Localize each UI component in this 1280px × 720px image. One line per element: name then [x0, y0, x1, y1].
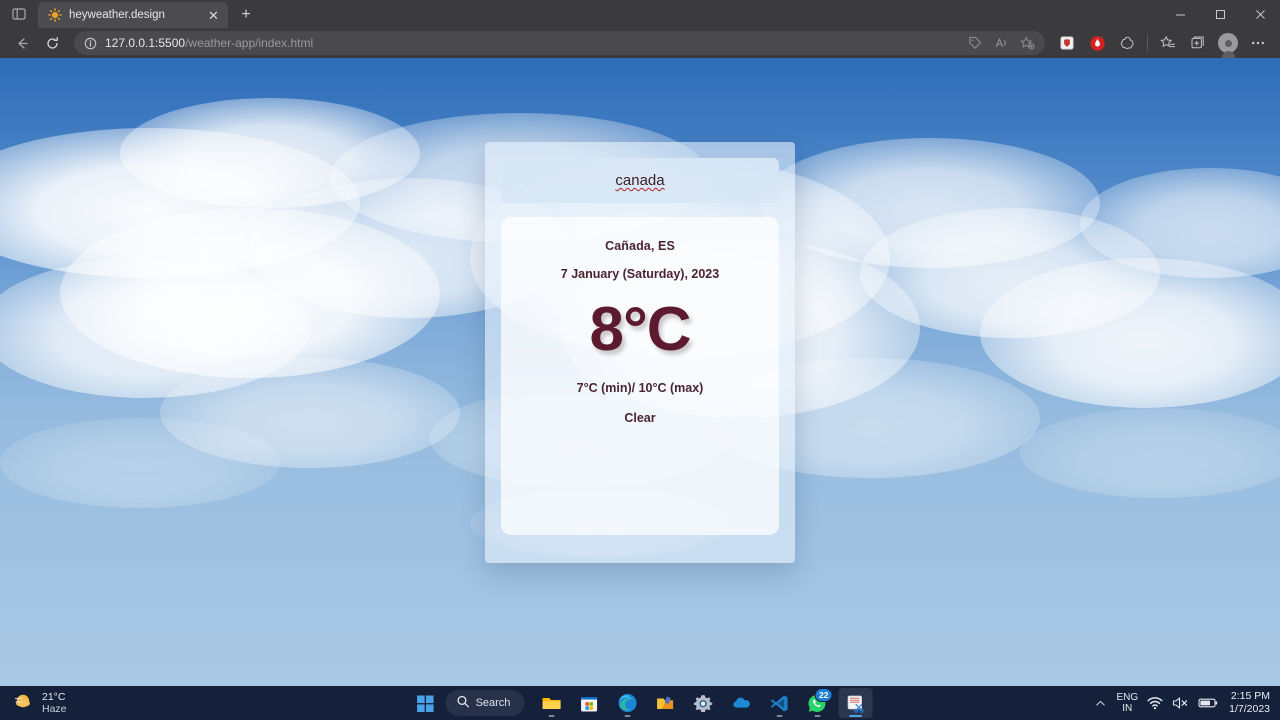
browser-essentials-icon[interactable] — [1113, 31, 1141, 55]
running-indicator — [776, 715, 783, 717]
browser-chrome: heyweather.design ✕ + 127.0.0.1:5500/wea… — [0, 0, 1280, 58]
favorites-icon[interactable] — [1154, 31, 1182, 55]
volume-muted-icon[interactable] — [1172, 696, 1189, 710]
toolbar-divider — [1147, 35, 1148, 51]
close-icon[interactable]: ✕ — [205, 7, 222, 24]
shield-extension-icon[interactable] — [1053, 31, 1081, 55]
avatar-body — [1221, 51, 1235, 58]
omnibox-actions — [963, 31, 1039, 55]
taskbar-app-whatsapp[interactable]: 22 — [800, 688, 834, 718]
web-page-viewport: canada Cañada, ES 7 January (Saturday), … — [0, 58, 1280, 686]
windows-taskbar: 21°C Haze Search 22 ENG IN 2:15 PM 1/7/2… — [0, 686, 1280, 720]
screen: heyweather.design ✕ + 127.0.0.1:5500/wea… — [0, 0, 1280, 720]
clock-time: 2:15 PM — [1230, 690, 1270, 703]
tab-title: heyweather.design — [69, 9, 165, 21]
windows-start-icon[interactable] — [408, 688, 442, 718]
site-info-icon[interactable] — [80, 33, 100, 53]
min-max-label: 7°C (min)/ 10°C (max) — [576, 381, 704, 395]
weather-info-card: Cañada, ES 7 January (Saturday), 2023 8°… — [501, 217, 779, 535]
running-indicator — [814, 715, 821, 717]
collections-icon[interactable] — [1184, 31, 1212, 55]
condition-label: Clear — [624, 411, 656, 425]
maximize-button[interactable] — [1200, 0, 1240, 28]
taskbar-app-onedrive[interactable] — [724, 688, 758, 718]
wifi-icon[interactable] — [1147, 696, 1163, 710]
settings-more-icon[interactable] — [1244, 31, 1272, 55]
temperature-value: 8°C — [589, 295, 691, 364]
read-aloud-icon[interactable] — [989, 31, 1013, 55]
back-arrow-icon[interactable] — [8, 31, 36, 55]
sidebar-toggle-icon[interactable] — [0, 0, 38, 28]
battery-icon[interactable] — [1198, 697, 1218, 709]
new-tab-button[interactable]: + — [232, 2, 260, 28]
running-indicator — [624, 715, 631, 717]
url-text: 127.0.0.1:5500/weather-app/index.html — [105, 36, 963, 50]
tab-strip: heyweather.design ✕ + — [0, 0, 1280, 28]
url-host: 127.0.0.1:5500 — [105, 36, 186, 50]
sun-icon — [47, 8, 62, 23]
taskbar-weather-widget[interactable]: 21°C Haze — [0, 690, 200, 717]
reload-icon[interactable] — [38, 31, 66, 55]
taskbar-app-microsoft-edge[interactable] — [610, 688, 644, 718]
system-tray: ENG IN 2:15 PM 1/7/2023 — [1094, 686, 1280, 720]
search-input-value: canada — [615, 172, 665, 189]
running-indicator — [548, 715, 555, 717]
profile-avatar-icon[interactable] — [1214, 31, 1242, 58]
language-indicator[interactable]: ENG IN — [1116, 692, 1138, 715]
window-controls — [1160, 0, 1280, 28]
taskbar-app-notes[interactable] — [648, 688, 682, 718]
taskbar-app-file-explorer[interactable] — [534, 688, 568, 718]
search-input[interactable]: canada — [501, 158, 779, 203]
taskbar-app-settings[interactable] — [686, 688, 720, 718]
url-path: /weather-app/index.html — [185, 36, 314, 50]
taskbar-search-label: Search — [475, 697, 511, 709]
taskbar-clock[interactable]: 2:15 PM 1/7/2023 — [1227, 690, 1270, 715]
clock-date: 1/7/2023 — [1229, 703, 1270, 715]
chevron-up-icon[interactable] — [1094, 697, 1107, 710]
browser-toolbar: 127.0.0.1:5500/weather-app/index.html — [0, 28, 1280, 58]
taskbar-search-button[interactable]: Search — [445, 690, 525, 716]
avatar-head — [1224, 40, 1232, 47]
language-line2: IN — [1122, 703, 1133, 714]
taskbar-app-microsoft-store[interactable] — [572, 688, 606, 718]
search-icon — [457, 695, 470, 711]
shopping-tag-icon[interactable] — [963, 31, 987, 55]
taskbar-weather-temp: 21°C — [42, 690, 66, 703]
avatar[interactable] — [1218, 33, 1238, 58]
taskbar-weather-condition: Haze — [42, 703, 67, 715]
address-bar[interactable]: 127.0.0.1:5500/weather-app/index.html — [74, 31, 1045, 55]
taskbar-weather-text: 21°C Haze — [42, 691, 67, 715]
taskbar-app-snipping-tool[interactable] — [838, 688, 873, 718]
close-button[interactable] — [1240, 0, 1280, 28]
taskbar-app-visual-studio-code[interactable] — [762, 688, 796, 718]
haze-sun-icon — [12, 690, 34, 717]
browser-tab[interactable]: heyweather.design ✕ — [38, 2, 228, 28]
minimize-button[interactable] — [1160, 0, 1200, 28]
adblock-extension-icon[interactable] — [1083, 31, 1111, 55]
active-indicator — [848, 715, 862, 717]
weather-app-container: canada Cañada, ES 7 January (Saturday), … — [485, 142, 795, 563]
taskbar-app-area: Search 22 — [408, 688, 873, 718]
language-line1: ENG — [1116, 691, 1139, 703]
location-label: Cañada, ES — [605, 239, 675, 253]
add-favorite-icon[interactable] — [1015, 31, 1039, 55]
whatsapp-badge-count: 22 — [814, 688, 833, 702]
date-label: 7 January (Saturday), 2023 — [560, 267, 720, 281]
